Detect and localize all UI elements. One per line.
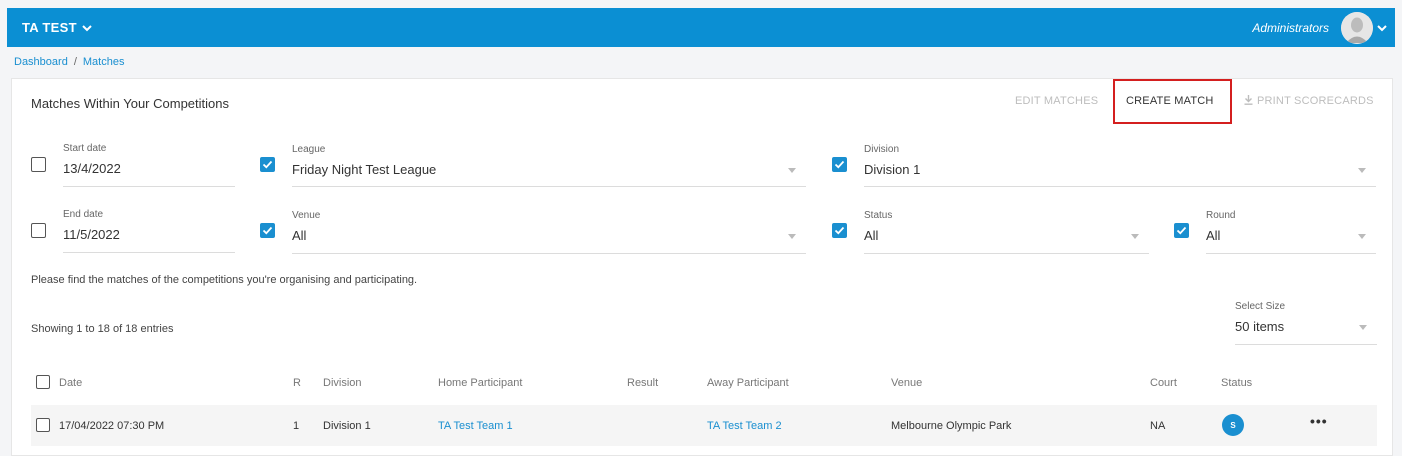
end-date-field[interactable]: End date 11/5/2022 <box>63 209 235 253</box>
row-venue: Melbourne Olympic Park <box>891 420 1012 432</box>
start-date-field[interactable]: Start date 13/4/2022 <box>63 143 235 187</box>
download-icon <box>1244 95 1253 105</box>
print-scorecards-button[interactable]: PRINT SCORECARDS <box>1244 95 1374 107</box>
org-switcher[interactable]: TA TEST <box>22 20 92 35</box>
col-header-result[interactable]: Result <box>627 377 658 389</box>
more-options-icon[interactable]: ••• <box>1310 413 1328 429</box>
venue-checkbox[interactable] <box>260 223 275 238</box>
user-role: Administrators <box>1252 20 1329 35</box>
row-division: Division 1 <box>323 420 371 432</box>
col-header-away[interactable]: Away Participant <box>707 377 789 389</box>
card-actions: EDIT MATCHES CREATE MATCH PRINT SCORECAR… <box>12 79 1392 129</box>
start-date-label: Start date <box>63 143 107 154</box>
division-value: Division 1 <box>864 162 921 177</box>
org-name: TA TEST <box>22 20 77 35</box>
breadcrumb-separator: / <box>73 56 77 68</box>
league-checkbox[interactable] <box>260 157 275 172</box>
select-size[interactable]: Select Size 50 items <box>1235 301 1377 345</box>
col-header-status[interactable]: Status <box>1221 377 1252 389</box>
col-header-home[interactable]: Home Participant <box>438 377 522 389</box>
end-date-checkbox[interactable] <box>31 223 46 238</box>
user-menu[interactable]: Administrators <box>1252 11 1387 44</box>
status-badge-letter: S <box>1230 420 1236 430</box>
select-all-checkbox[interactable] <box>36 375 50 389</box>
start-date-checkbox[interactable] <box>31 157 46 172</box>
col-header-division[interactable]: Division <box>323 377 362 389</box>
round-label: Round <box>1206 210 1236 221</box>
info-text: Please find the matches of the competiti… <box>31 274 418 286</box>
start-date-value: 13/4/2022 <box>63 161 121 176</box>
check-icon <box>834 226 845 235</box>
row-home-link[interactable]: TA Test Team 1 <box>438 420 513 432</box>
entries-count: Showing 1 to 18 of 18 entries <box>31 323 174 335</box>
dropdown-caret-icon <box>788 168 796 173</box>
row-away-link[interactable]: TA Test Team 2 <box>707 420 782 432</box>
col-header-date[interactable]: Date <box>59 377 82 389</box>
league-label: League <box>292 144 326 155</box>
check-icon <box>1176 226 1187 235</box>
dropdown-caret-icon <box>1131 234 1139 239</box>
division-select[interactable]: Division Division 1 <box>864 144 1376 187</box>
row-checkbox[interactable] <box>36 418 50 432</box>
dropdown-caret-icon <box>1358 168 1366 173</box>
avatar[interactable] <box>1341 11 1373 44</box>
venue-value: All <box>292 228 307 243</box>
venue-select[interactable]: Venue All <box>292 210 806 254</box>
select-size-label: Select Size <box>1235 301 1286 312</box>
status-checkbox[interactable] <box>832 223 847 238</box>
check-icon <box>262 226 273 235</box>
dropdown-caret-icon <box>788 234 796 239</box>
status-label: Status <box>864 210 893 221</box>
dropdown-caret-icon <box>1358 234 1366 239</box>
status-badge[interactable]: S <box>1222 414 1244 436</box>
col-header-round[interactable]: R <box>293 377 301 389</box>
breadcrumb-dashboard[interactable]: Dashboard <box>14 56 68 68</box>
division-checkbox[interactable] <box>832 157 847 172</box>
breadcrumb: Dashboard / Matches <box>14 56 124 68</box>
edit-matches-button[interactable]: EDIT MATCHES <box>1015 95 1098 107</box>
check-icon <box>262 160 273 169</box>
chevron-down-icon <box>82 20 92 35</box>
select-size-value: 50 items <box>1235 319 1285 334</box>
status-select[interactable]: Status All <box>864 210 1149 254</box>
col-header-venue[interactable]: Venue <box>891 377 922 389</box>
league-value: Friday Night Test League <box>292 162 437 177</box>
venue-label: Venue <box>292 210 321 221</box>
round-value: All <box>1206 228 1221 243</box>
print-scorecards-label: PRINT SCORECARDS <box>1257 95 1374 107</box>
league-select[interactable]: League Friday Night Test League <box>292 144 806 187</box>
row-date: 17/04/2022 07:30 PM <box>59 420 165 432</box>
user-avatar-icon <box>1341 11 1373 44</box>
row-round: 1 <box>293 420 300 432</box>
create-match-button[interactable]: CREATE MATCH <box>1126 95 1214 107</box>
division-label: Division <box>864 144 900 155</box>
end-date-label: End date <box>63 209 104 220</box>
matches-card: Matches Within Your Competitions EDIT MA… <box>11 78 1393 456</box>
dropdown-caret-icon <box>1359 325 1367 330</box>
round-select[interactable]: Round All <box>1206 210 1376 254</box>
round-checkbox[interactable] <box>1174 223 1189 238</box>
breadcrumb-matches[interactable]: Matches <box>83 56 125 68</box>
table-row[interactable] <box>31 405 1377 446</box>
check-icon <box>834 160 845 169</box>
row-court: NA <box>1150 420 1166 432</box>
status-value: All <box>864 228 879 243</box>
top-bar: TA TEST Administrators <box>7 8 1395 47</box>
chevron-down-icon[interactable] <box>1377 19 1387 37</box>
end-date-value: 11/5/2022 <box>63 227 120 242</box>
col-header-court[interactable]: Court <box>1150 377 1177 389</box>
